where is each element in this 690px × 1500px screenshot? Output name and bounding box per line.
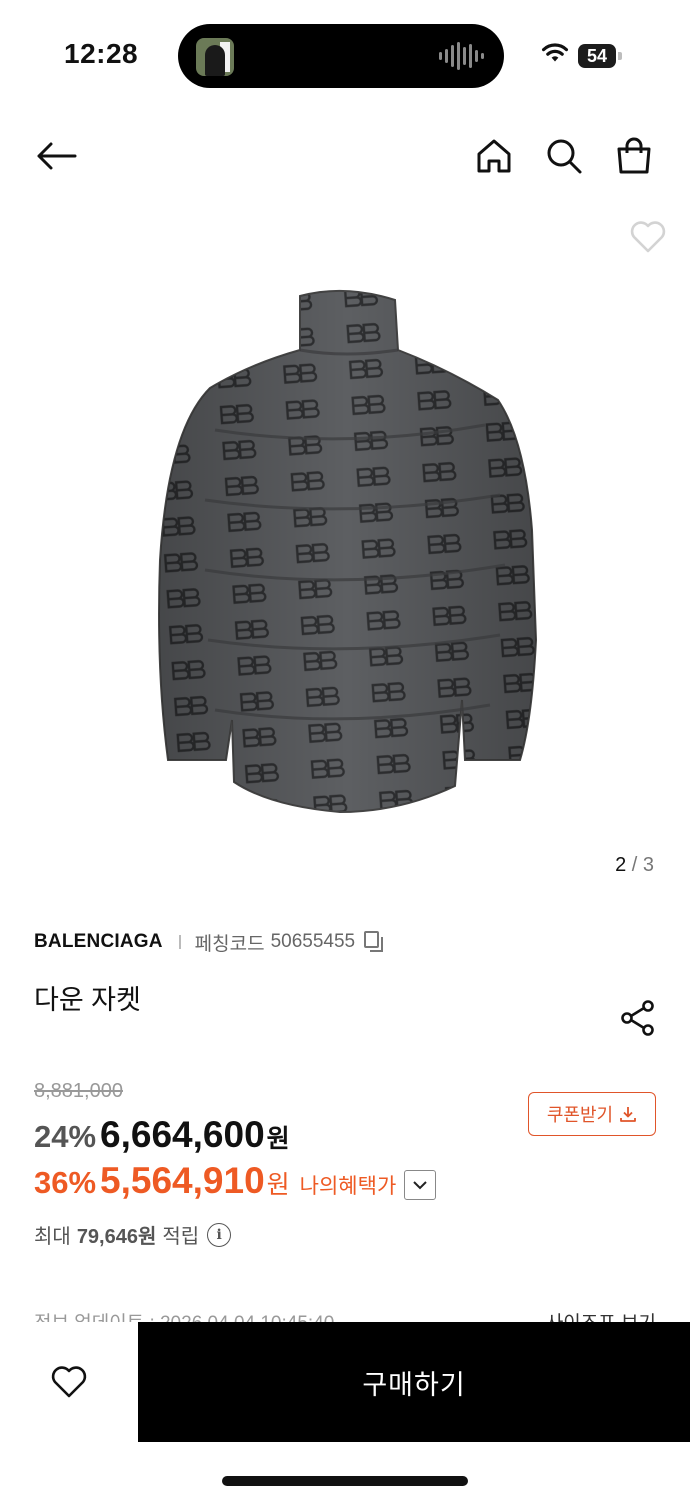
image-counter: 2 / 3 — [615, 854, 654, 877]
shopping-bag-button[interactable] — [606, 128, 662, 184]
now-playing-thumbnail — [196, 38, 234, 76]
info-icon[interactable]: i — [207, 1222, 232, 1247]
home-icon — [477, 139, 511, 173]
product-image — [158, 289, 538, 814]
info-update-time: 정보 업데이트 : 2026.04.04 10:45:40 — [34, 1308, 334, 1322]
benefit-percent: 36% — [34, 1165, 97, 1200]
benefit-price-row: 36% 5,564,910 원 나의혜택가 — [34, 1160, 437, 1202]
wishlist-button[interactable] — [40, 1358, 98, 1406]
sale-price-currency: 원 — [266, 1125, 290, 1153]
battery-icon: 54 — [578, 44, 622, 68]
chevron-down-icon — [413, 1181, 427, 1190]
benefit-price: 5,564,910 — [100, 1160, 265, 1201]
brand-name[interactable]: BALENCIAGA — [34, 931, 163, 953]
my-benefit-label: 나의혜택가 — [299, 1175, 397, 1198]
update-row: 정보 업데이트 : 2026.04.04 10:45:40 사이즈표 보기 — [34, 1308, 656, 1322]
fetching-code-label: 페칭코드 — [194, 933, 265, 955]
product-info: BALENCIAGA 페칭코드 50655455 다운 자켓 8,881,000… — [34, 928, 656, 1248]
back-button[interactable] — [28, 128, 84, 184]
search-icon — [547, 139, 582, 174]
benefit-price-currency: 원 — [266, 1171, 290, 1199]
shopping-bag-icon — [617, 137, 651, 174]
coupon-button-label: 쿠폰받기 — [546, 1105, 614, 1125]
original-price: 8,881,000 — [34, 1080, 123, 1102]
wifi-icon — [542, 43, 568, 62]
home-button[interactable] — [466, 128, 522, 184]
fetching-code-value: 50655455 — [270, 931, 356, 952]
points-suffix: 적립 — [162, 1226, 200, 1248]
sale-price-row: 24% 6,664,600 원 — [34, 1114, 290, 1156]
points-value: 79,646원 — [76, 1226, 157, 1248]
points-prefix: 최대 — [34, 1226, 71, 1248]
buy-button[interactable]: 구매하기 — [138, 1322, 690, 1442]
product-name: 다운 자켓 — [34, 985, 141, 1015]
heart-outline-icon — [51, 1366, 87, 1398]
audio-waveform-icon — [439, 42, 484, 70]
benefit-expand-button[interactable] — [404, 1170, 437, 1200]
home-indicator[interactable] — [222, 1476, 468, 1486]
status-time: 12:28 — [64, 38, 139, 69]
status-bar: 12:28 54 — [0, 0, 690, 110]
dynamic-island[interactable] — [178, 24, 504, 88]
title-row: 다운 자켓 — [34, 978, 656, 1036]
heart-outline-icon — [630, 221, 666, 253]
image-counter-separator: / — [631, 854, 638, 876]
app-header — [0, 128, 690, 184]
back-arrow-icon — [37, 142, 77, 170]
favorite-button[interactable] — [620, 214, 676, 260]
coupon-button[interactable]: 쿠폰받기 — [528, 1092, 656, 1136]
share-icon — [621, 1000, 654, 1036]
copy-icon[interactable] — [363, 930, 385, 954]
product-image-gallery[interactable]: 2 / 3 — [0, 200, 690, 900]
image-counter-current: 2 — [615, 854, 627, 876]
points-row: 최대 79,646원 적립 i — [34, 1220, 232, 1249]
bottom-action-bar: 구매하기 — [0, 1322, 690, 1500]
divider — [178, 935, 181, 949]
share-button[interactable] — [620, 1000, 656, 1036]
discount-percent: 24% — [34, 1119, 97, 1154]
brand-row: BALENCIAGA 페칭코드 50655455 — [34, 928, 656, 956]
image-counter-total: 3 — [642, 854, 654, 876]
size-chart-link[interactable]: 사이즈표 보기 — [546, 1308, 656, 1322]
search-button[interactable] — [536, 128, 592, 184]
sale-price: 6,664,600 — [100, 1114, 265, 1155]
download-icon — [620, 1107, 637, 1122]
